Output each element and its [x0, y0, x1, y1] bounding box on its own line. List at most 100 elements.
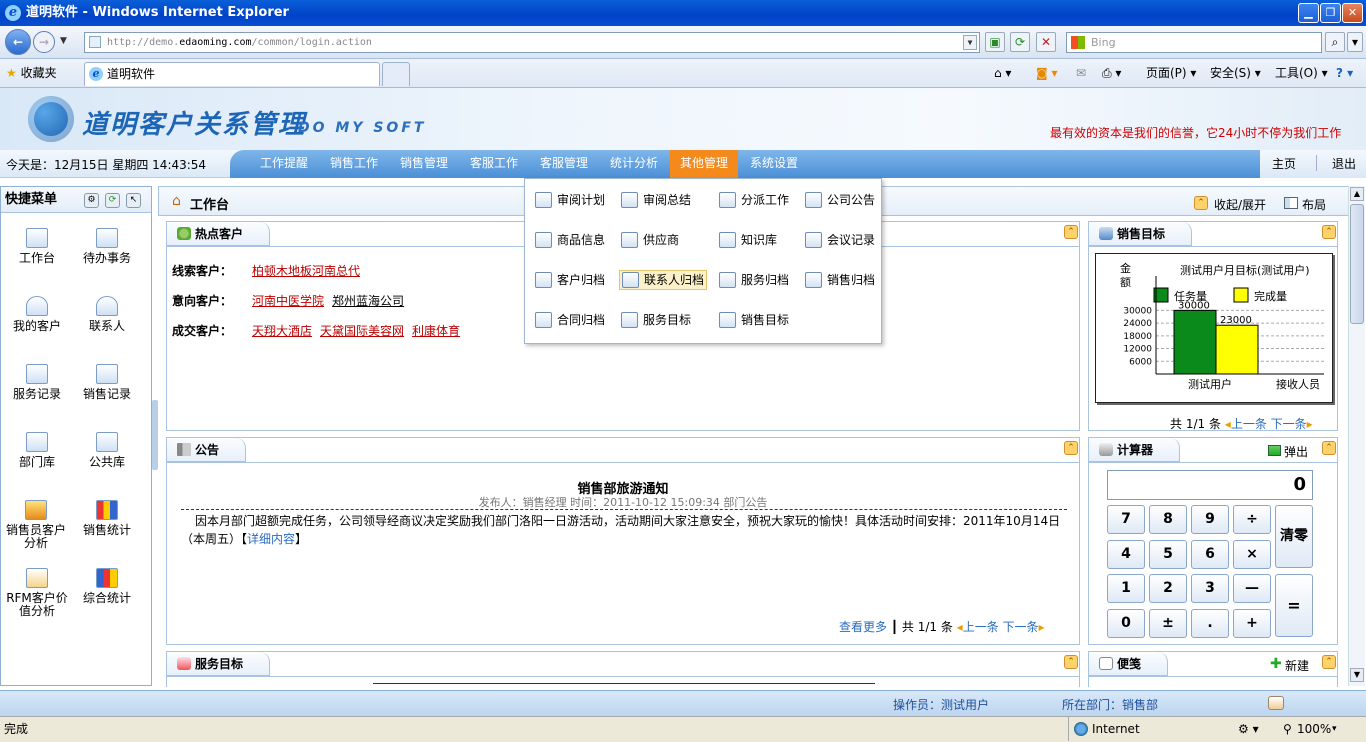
forward-button[interactable]: →: [33, 31, 55, 53]
refresh-icon[interactable]: ⟳: [1010, 32, 1030, 52]
quick-item-comprehensive-statistics[interactable]: 综合统计: [72, 568, 142, 605]
popout-calculator-link[interactable]: 弹出: [1284, 443, 1308, 460]
collapse-service-target-icon[interactable]: ⌃: [1064, 655, 1078, 669]
quick-item-workbench[interactable]: 工作台: [2, 228, 72, 265]
message-icon[interactable]: [1268, 696, 1284, 710]
zoom-level[interactable]: 100%: [1297, 717, 1331, 741]
close-button[interactable]: ✕: [1342, 3, 1363, 23]
quick-item-contacts[interactable]: 联系人: [72, 296, 142, 333]
customer-link[interactable]: 郑州蓝海公司: [332, 294, 404, 308]
favorites-button[interactable]: ★ 收藏夹: [6, 64, 57, 82]
collapse-calculator-icon[interactable]: ⌃: [1322, 441, 1336, 455]
collapse-hot-customers-icon[interactable]: ⌃: [1064, 225, 1078, 239]
dd-review-plan[interactable]: 审阅计划: [535, 192, 605, 208]
page-scrollbar[interactable]: ▲ ▼: [1348, 186, 1365, 686]
quick-item-service-records[interactable]: 服务记录: [2, 364, 72, 401]
calculator-key-plus-minus[interactable]: ±: [1149, 608, 1187, 638]
calculator-key-decimal[interactable]: .: [1191, 608, 1229, 638]
menu-service-work[interactable]: 客服工作: [470, 150, 518, 178]
safety-menu[interactable]: 安全(S) ▾: [1210, 64, 1261, 82]
dd-supplier[interactable]: 供应商: [621, 232, 679, 248]
calculator-key-minus[interactable]: —: [1233, 574, 1271, 603]
notice-next-link[interactable]: 下一条: [1003, 620, 1039, 634]
collapse-notice-icon[interactable]: ⌃: [1064, 441, 1078, 455]
layout-link[interactable]: 布局: [1302, 196, 1326, 213]
home-icon[interactable]: ⌂ ▾: [994, 64, 1011, 82]
tools-menu[interactable]: 工具(O) ▾: [1275, 64, 1328, 82]
zoom-dropdown-icon[interactable]: ▾: [1332, 717, 1337, 741]
calculator-key-divide[interactable]: ÷: [1233, 505, 1271, 534]
panel-splitter[interactable]: [152, 400, 158, 470]
collapse-sales-target-icon[interactable]: ⌃: [1322, 225, 1336, 239]
customer-link[interactable]: 利康体育: [412, 324, 460, 338]
dd-assign-work[interactable]: 分派工作: [719, 192, 789, 208]
scroll-down-icon[interactable]: ▼: [1350, 668, 1364, 682]
dd-service-target[interactable]: 服务目标: [621, 312, 691, 328]
popout-calculator-icon[interactable]: [1268, 445, 1281, 456]
toggle-all-link[interactable]: 收起/展开: [1214, 196, 1266, 213]
refresh-menu-icon[interactable]: ⟳: [105, 193, 120, 208]
dd-review-summary[interactable]: 审阅总结: [621, 192, 691, 208]
toggle-all-icon[interactable]: ⌃: [1194, 196, 1208, 210]
menu-other-management[interactable]: 其他管理: [670, 150, 739, 178]
minimize-button[interactable]: ▁: [1298, 3, 1319, 23]
layout-icon[interactable]: [1284, 197, 1298, 209]
calculator-key-1[interactable]: 1: [1107, 574, 1145, 603]
quick-item-sales-records[interactable]: 销售记录: [72, 364, 142, 401]
dd-knowledge-base[interactable]: 知识库: [719, 232, 777, 248]
menu-work-reminder[interactable]: 工作提醒: [260, 150, 308, 178]
calculator-key-8[interactable]: 8: [1149, 505, 1187, 534]
calculator-key-6[interactable]: 6: [1191, 539, 1229, 569]
quick-item-salesperson-analysis[interactable]: 销售员客户分析: [4, 500, 68, 550]
quick-item-department-library[interactable]: 部门库: [2, 432, 72, 469]
quick-item-public-library[interactable]: 公共库: [72, 432, 142, 469]
scroll-thumb[interactable]: [1350, 204, 1364, 324]
calculator-key-7[interactable]: 7: [1107, 505, 1145, 534]
address-bar[interactable]: http://demo.edaoming.com/common/login.ac…: [84, 32, 980, 53]
menu-statistics[interactable]: 统计分析: [610, 150, 658, 178]
feeds-icon[interactable]: ◙ ▾: [1036, 64, 1057, 82]
dd-service-archive[interactable]: 服务归档: [719, 272, 789, 288]
search-icon[interactable]: ⌕: [1325, 32, 1345, 52]
scroll-up-icon[interactable]: ▲: [1350, 187, 1364, 201]
help-icon[interactable]: ? ▾: [1336, 64, 1353, 82]
dd-sales-target[interactable]: 销售目标: [719, 312, 789, 328]
print-icon[interactable]: ⎙ ▾: [1102, 64, 1121, 82]
calculator-key-0[interactable]: 0: [1107, 608, 1145, 638]
customer-link[interactable]: 柏顿木地板河南总代: [252, 264, 360, 278]
calculator-key-3[interactable]: 3: [1191, 574, 1229, 603]
new-note-link[interactable]: 新建: [1285, 657, 1309, 674]
search-input[interactable]: Bing: [1066, 32, 1322, 53]
compatibility-view-icon[interactable]: ▣: [985, 32, 1005, 52]
calculator-clear-button[interactable]: 清零: [1275, 505, 1313, 568]
mail-icon[interactable]: ✉: [1076, 64, 1086, 82]
popout-icon[interactable]: ↖: [126, 193, 141, 208]
sales-target-next-link[interactable]: 下一条: [1271, 417, 1307, 431]
calculator-key-9[interactable]: 9: [1191, 505, 1229, 534]
menu-sales-management[interactable]: 销售管理: [400, 150, 448, 178]
home-link[interactable]: 主页: [1272, 155, 1296, 172]
dd-contact-archive[interactable]: 联系人归档: [619, 270, 708, 290]
notice-prev-link[interactable]: 上一条: [963, 620, 999, 634]
quick-item-todo[interactable]: 待办事务: [72, 228, 142, 265]
new-note-icon[interactable]: ✚: [1270, 657, 1282, 671]
customer-link[interactable]: 河南中医学院: [252, 294, 324, 308]
calculator-equals-button[interactable]: =: [1275, 574, 1313, 637]
collapse-notes-icon[interactable]: ⌃: [1322, 655, 1336, 669]
quick-item-my-customers[interactable]: 我的客户: [2, 296, 72, 333]
dd-customer-archive[interactable]: 客户归档: [535, 272, 605, 288]
page-menu[interactable]: 页面(P) ▾: [1146, 64, 1196, 82]
history-dropdown-icon[interactable]: ▼: [60, 36, 67, 46]
calculator-key-4[interactable]: 4: [1107, 539, 1145, 569]
logout-link[interactable]: 退出: [1332, 155, 1356, 172]
protected-mode-icon[interactable]: ⚙ ▾: [1238, 717, 1259, 741]
notice-detail-link[interactable]: 详细内容: [247, 532, 295, 546]
calculator-key-2[interactable]: 2: [1149, 574, 1187, 603]
new-tab-button[interactable]: [382, 62, 410, 86]
maximize-button[interactable]: ❐: [1320, 3, 1341, 23]
dd-product-info[interactable]: 商品信息: [535, 232, 605, 248]
menu-system-settings[interactable]: 系统设置: [750, 150, 798, 178]
dd-sales-archive[interactable]: 销售归档: [805, 272, 875, 288]
back-button[interactable]: ←: [5, 29, 31, 55]
tab-active[interactable]: e 道明软件: [84, 62, 380, 86]
